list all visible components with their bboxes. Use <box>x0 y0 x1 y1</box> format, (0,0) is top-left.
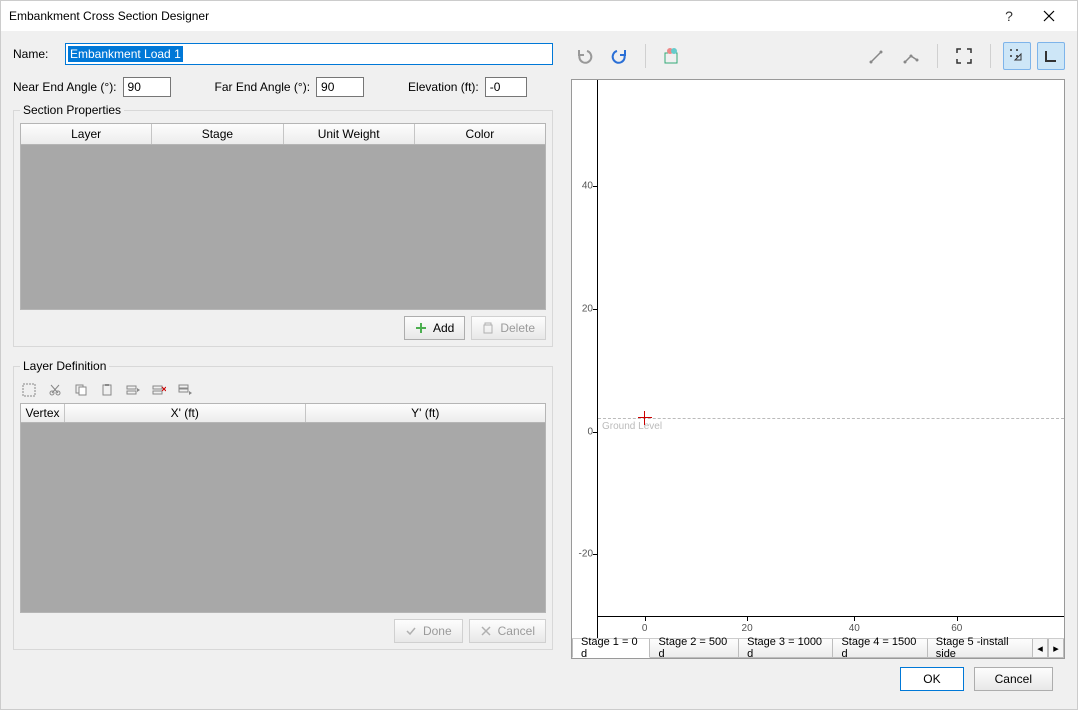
x-axis: 0 20 40 60 <box>598 616 1064 638</box>
layer-definition-group: Layer Definition Vertex X' (ft) Y' (ft) <box>13 359 553 650</box>
append-row-icon[interactable] <box>176 381 194 399</box>
plus-icon <box>415 322 427 334</box>
ok-button[interactable]: OK <box>900 667 963 691</box>
delete-row-icon[interactable] <box>150 381 168 399</box>
section-properties-group: Section Properties Layer Stage Unit Weig… <box>13 103 553 347</box>
draw-tool-button[interactable] <box>863 42 891 70</box>
col-color[interactable]: Color <box>415 124 545 144</box>
section-grid-header: Layer Stage Unit Weight Color <box>20 123 546 145</box>
canvas-toolbar <box>571 41 1065 71</box>
col-y[interactable]: Y' (ft) <box>306 404 546 422</box>
name-label: Name: <box>13 47 59 61</box>
zoom-extents-button[interactable] <box>950 42 978 70</box>
canvas-wrap: 40 20 0 -20 0 20 40 60 Ground Level Stage 1 = … <box>571 79 1065 659</box>
stage-nav-button[interactable]: ▸ <box>1048 639 1064 658</box>
layer-def-grid-body[interactable] <box>20 423 546 613</box>
section-properties-legend: Section Properties <box>20 103 124 117</box>
stage-tab[interactable]: Stage 3 = 1000 d <box>738 639 833 658</box>
stage-tabs: Stage 1 = 0 dStage 2 = 500 dStage 3 = 10… <box>572 638 1064 658</box>
copy-icon[interactable] <box>72 381 90 399</box>
snap-grid-button[interactable] <box>1003 42 1031 70</box>
check-icon <box>405 625 417 637</box>
layer-def-grid-header: Vertex X' (ft) Y' (ft) <box>20 403 546 423</box>
window-title: Embankment Cross Section Designer <box>9 9 209 23</box>
footer-cancel-button[interactable]: Cancel <box>974 667 1053 691</box>
section-grid-body[interactable] <box>20 145 546 310</box>
x-tick-label: 60 <box>951 623 962 634</box>
y-tick-label: 20 <box>582 303 593 314</box>
far-angle-label: Far End Angle (°): <box>215 80 311 94</box>
far-angle-input[interactable] <box>316 77 364 97</box>
canvas[interactable]: 40 20 0 -20 0 20 40 60 Ground Level <box>572 80 1064 638</box>
cancel-button: Cancel <box>469 619 546 643</box>
col-unit-weight[interactable]: Unit Weight <box>284 124 415 144</box>
y-tick-label: 40 <box>582 181 593 192</box>
x-tick-label: 0 <box>642 623 648 634</box>
col-layer[interactable]: Layer <box>21 124 152 144</box>
dialog-footer: OK Cancel <box>13 659 1065 699</box>
elevation-input[interactable] <box>485 77 527 97</box>
x-tick-label: 20 <box>742 623 753 634</box>
help-button[interactable]: ? <box>989 1 1029 31</box>
titlebar: Embankment Cross Section Designer ? <box>1 1 1077 31</box>
done-button: Done <box>394 619 463 643</box>
redo-button[interactable] <box>605 42 633 70</box>
col-x[interactable]: X' (ft) <box>65 404 306 422</box>
layer-definition-legend: Layer Definition <box>20 359 109 373</box>
x-icon <box>480 625 492 637</box>
col-vertex[interactable]: Vertex <box>21 404 65 422</box>
ground-line <box>598 418 1064 419</box>
trash-icon <box>482 322 494 334</box>
delete-button: Delete <box>471 316 546 340</box>
add-button[interactable]: Add <box>404 316 465 340</box>
layer-def-toolbar <box>20 379 546 403</box>
col-stage[interactable]: Stage <box>152 124 283 144</box>
x-tick-label: 40 <box>849 623 860 634</box>
elevation-label: Elevation (ft): <box>408 80 479 94</box>
stage-tab[interactable]: Stage 5 -install side <box>927 639 1033 658</box>
stage-tab[interactable]: Stage 1 = 0 d <box>572 639 650 658</box>
undo-button[interactable] <box>571 42 599 70</box>
ortho-button[interactable] <box>1037 42 1065 70</box>
select-icon[interactable] <box>20 381 38 399</box>
paste-icon[interactable] <box>98 381 116 399</box>
stage-tab[interactable]: Stage 2 = 500 d <box>649 639 739 658</box>
stage-tab[interactable]: Stage 4 = 1500 d <box>832 639 927 658</box>
near-angle-label: Near End Angle (°): <box>13 80 117 94</box>
y-axis: 40200-20 <box>572 80 598 638</box>
cut-icon[interactable] <box>46 381 64 399</box>
near-angle-input[interactable] <box>123 77 171 97</box>
name-input[interactable]: Embankment Load 1 <box>65 43 553 65</box>
ground-label: Ground Level <box>602 421 662 432</box>
origin-marker <box>638 411 652 425</box>
name-value: Embankment Load 1 <box>68 46 183 62</box>
close-button[interactable] <box>1029 1 1069 31</box>
stage-nav-button[interactable]: ◂ <box>1032 639 1048 658</box>
display-options-button[interactable] <box>658 42 686 70</box>
plot-area[interactable]: Ground Level <box>598 80 1064 616</box>
edit-tool-button[interactable] <box>897 42 925 70</box>
insert-row-icon[interactable] <box>124 381 142 399</box>
y-tick-label: -20 <box>579 549 593 560</box>
